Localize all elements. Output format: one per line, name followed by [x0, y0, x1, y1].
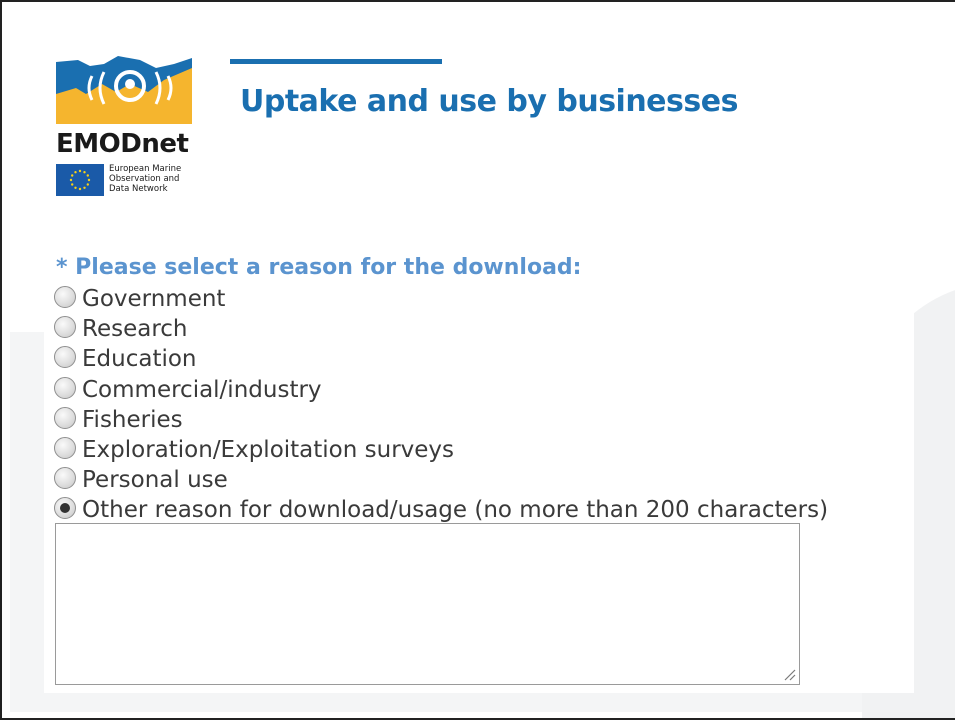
- option-label: Government: [82, 286, 226, 313]
- radio-other-reason[interactable]: [54, 497, 76, 520]
- option-label: Personal use: [82, 467, 228, 494]
- radio-research[interactable]: [54, 316, 76, 339]
- option-other-reason[interactable]: Other reason for download/usage (no more…: [54, 495, 828, 525]
- option-label: Other reason for download/usage (no more…: [82, 497, 829, 524]
- option-personal-use[interactable]: Personal use: [54, 465, 828, 495]
- option-label: Commercial/industry: [82, 376, 322, 403]
- radio-personal-use[interactable]: [54, 467, 76, 490]
- option-exploration-surveys[interactable]: Exploration/Exploitation surveys: [54, 435, 828, 465]
- slide: EMODnet European Marine Observation and …: [0, 0, 955, 720]
- option-government[interactable]: Government: [54, 284, 828, 314]
- radio-commercial-industry[interactable]: [54, 376, 76, 399]
- radio-government[interactable]: [54, 286, 76, 309]
- eu-flag-icon: [56, 164, 104, 196]
- emodnet-logo-icon: [56, 56, 192, 124]
- option-label: Research: [82, 316, 188, 343]
- page-title: Uptake and use by businesses: [240, 84, 738, 119]
- option-label: Exploration/Exploitation surveys: [82, 437, 455, 464]
- radio-fisheries[interactable]: [54, 406, 76, 429]
- other-reason-textarea[interactable]: [55, 523, 800, 685]
- emodnet-logo: EMODnet European Marine Observation and …: [56, 54, 196, 199]
- reason-options: Government Research Education Commercial…: [54, 284, 828, 526]
- logo-tagline: European Marine Observation and Data Net…: [109, 164, 182, 194]
- option-label: Education: [82, 346, 197, 373]
- option-commercial-industry[interactable]: Commercial/industry: [54, 375, 828, 405]
- option-label: Fisheries: [82, 406, 183, 433]
- option-fisheries[interactable]: Fisheries: [54, 405, 828, 435]
- title-accent-bar: [230, 59, 442, 64]
- option-education[interactable]: Education: [54, 344, 828, 374]
- reason-prompt: * Please select a reason for the downloa…: [56, 255, 582, 280]
- logo-wordmark: EMODnet: [56, 129, 189, 159]
- option-research[interactable]: Research: [54, 314, 828, 344]
- radio-education[interactable]: [54, 346, 76, 369]
- resize-grip-icon[interactable]: [782, 667, 796, 681]
- radio-exploration-surveys[interactable]: [54, 437, 76, 460]
